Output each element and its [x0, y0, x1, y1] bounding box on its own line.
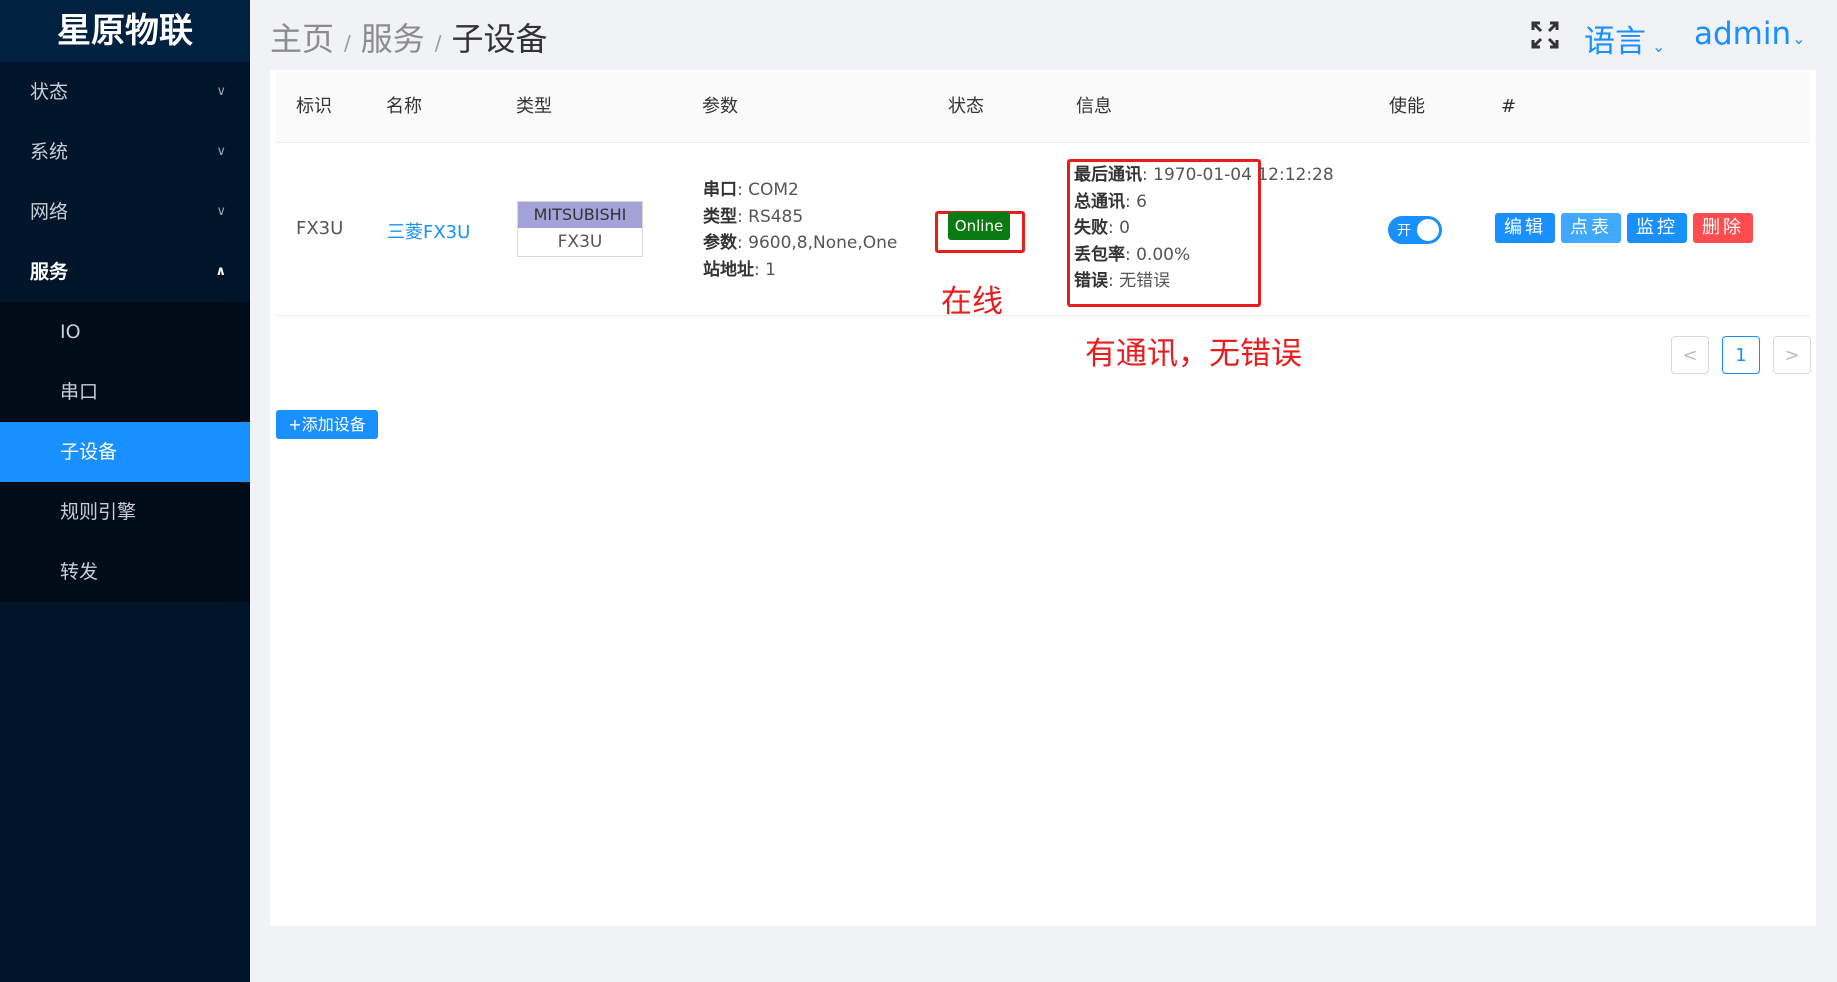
sidebar-item-label: 网络: [30, 201, 69, 223]
param-line: 站地址: 1: [703, 259, 776, 280]
chevron-down-icon: ⌄: [1792, 29, 1806, 48]
column-header: 信息: [1076, 96, 1112, 117]
info-line: 错误: 无错误: [1074, 271, 1171, 291]
language-label: 语言: [1584, 24, 1646, 60]
toggle-knob: [1417, 219, 1439, 241]
pagination-page-1[interactable]: 1: [1722, 336, 1760, 374]
chevron-up-icon: ∧: [215, 264, 226, 279]
param-line: 参数: 9600,8,None,One: [703, 233, 898, 253]
status-badge: Online: [948, 212, 1010, 240]
column-header: 状态: [948, 96, 984, 117]
sidebar-item-label: 系统: [30, 141, 69, 163]
column-header: #: [1501, 96, 1517, 117]
param-line: 串口: COM2: [703, 180, 799, 200]
info-line: 失败: 0: [1074, 218, 1130, 238]
pagination-prev[interactable]: <: [1671, 336, 1709, 374]
info-line: 总通讯: 6: [1074, 191, 1147, 212]
language-dropdown[interactable]: 语言 ⌄: [1584, 16, 1665, 61]
toggle-label: 开: [1397, 223, 1411, 239]
breadcrumb-separator: /: [344, 31, 351, 55]
user-dropdown[interactable]: admin⌄: [1694, 16, 1806, 52]
param-line: 类型: RS485: [703, 206, 804, 227]
device-id: FX3U: [296, 218, 344, 239]
service-submenu: IO 串口 子设备 规则引擎 转发: [0, 302, 250, 602]
sidebar-item-io[interactable]: IO: [0, 302, 250, 362]
sidebar-item-label: 服务: [30, 261, 69, 283]
sidebar: 星原物联 状态 ∨ 系统 ∨ 网络 ∨ 服务 ∧ IO 串口 子设备 规则引擎 …: [0, 0, 250, 982]
table-header: 标识 名称 类型 参数 状态 信息 使能 #: [276, 72, 1810, 143]
sidebar-item-rule-engine[interactable]: 规则引擎: [0, 482, 250, 542]
device-type-tag: MITSUBISHI FX3U: [517, 201, 643, 257]
breadcrumb-service[interactable]: 服务: [361, 20, 425, 58]
sidebar-item-network[interactable]: 网络 ∨: [0, 182, 250, 242]
device-type-model: FX3U: [557, 232, 603, 252]
breadcrumb-home[interactable]: 主页: [270, 20, 334, 58]
sidebar-item-label: 状态: [30, 81, 69, 103]
enable-toggle[interactable]: 开: [1388, 216, 1442, 244]
header: 主页 / 服务 / 子设备 语言 ⌄ admin⌄: [250, 0, 1837, 70]
monitor-button[interactable]: 监控: [1627, 213, 1687, 243]
sidebar-item-status[interactable]: 状态 ∨: [0, 62, 250, 122]
breadcrumb: 主页 / 服务 / 子设备: [270, 14, 548, 60]
column-header: 参数: [702, 96, 738, 117]
edit-button[interactable]: 编辑: [1495, 213, 1555, 243]
column-header: 标识: [296, 96, 332, 117]
delete-button[interactable]: 删除: [1693, 213, 1753, 243]
device-info: 最后通讯: 1970-01-04 12:12:28 总通讯: 6 失败: 0 丢…: [1074, 162, 1334, 295]
column-header: 名称: [386, 96, 422, 117]
chevron-down-icon: ⌄: [1652, 37, 1666, 56]
breadcrumb-current: 子设备: [451, 20, 548, 58]
breadcrumb-separator: /: [434, 31, 442, 55]
pagination-next[interactable]: >: [1773, 336, 1811, 374]
add-device-button[interactable]: +添加设备: [276, 410, 378, 439]
info-line: 最后通讯: 1970-01-04 12:12:28: [1074, 165, 1334, 185]
points-button[interactable]: 点表: [1561, 213, 1621, 243]
chevron-down-icon: ∨: [216, 144, 226, 159]
chevron-down-icon: ∨: [216, 204, 226, 219]
column-header: 使能: [1389, 96, 1425, 117]
sidebar-item-service[interactable]: 服务 ∧: [0, 242, 250, 302]
user-label: admin: [1694, 16, 1792, 52]
sidebar-item-system[interactable]: 系统 ∨: [0, 122, 250, 182]
annotation-info-text: 有通讯，无错误: [1085, 336, 1302, 372]
fullscreen-icon[interactable]: [1530, 20, 1560, 50]
sidebar-item-subdevice[interactable]: 子设备: [0, 422, 250, 482]
device-name-link[interactable]: 三菱FX3U: [387, 218, 470, 244]
content-panel: 标识 名称 类型 参数 状态 信息 使能 #: [270, 70, 1816, 926]
sidebar-item-forward[interactable]: 转发: [0, 542, 250, 602]
info-line: 丢包率: 0.00%: [1074, 244, 1191, 265]
chevron-down-icon: ∨: [216, 84, 226, 99]
annotation-status-text: 在线: [941, 284, 1003, 320]
device-type-brand: MITSUBISHI: [518, 202, 642, 228]
brand-logo: 星原物联: [0, 0, 250, 62]
column-header: 类型: [516, 96, 552, 117]
device-params: 串口: COM2 类型: RS485 参数: 9600,8,None,One 站…: [703, 177, 897, 283]
sidebar-item-serial[interactable]: 串口: [0, 362, 250, 422]
